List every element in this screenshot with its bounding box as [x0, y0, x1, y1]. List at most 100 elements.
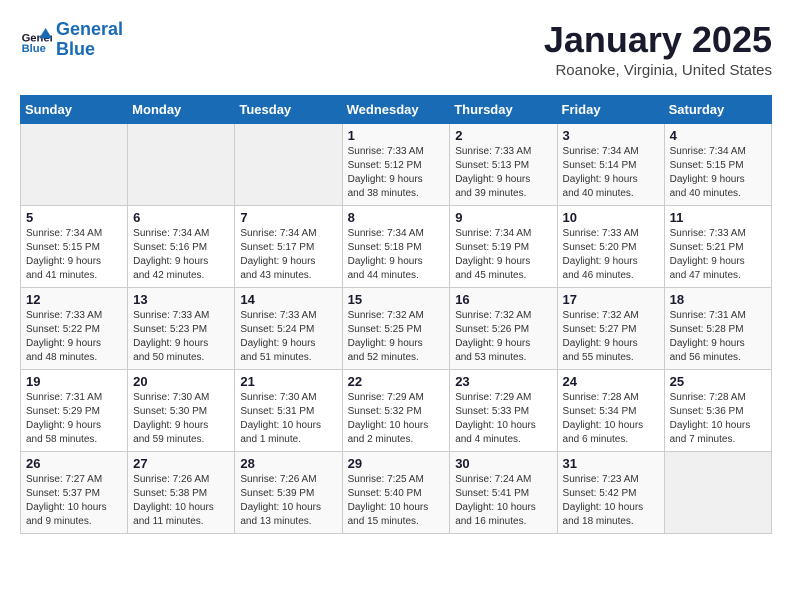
- day-number: 15: [348, 292, 445, 307]
- day-number: 13: [133, 292, 229, 307]
- day-number: 1: [348, 128, 445, 143]
- calendar-week-row: 26Sunrise: 7:27 AM Sunset: 5:37 PM Dayli…: [21, 451, 772, 533]
- weekday-header-wednesday: Wednesday: [342, 95, 450, 123]
- day-info: Sunrise: 7:33 AM Sunset: 5:22 PM Dayligh…: [26, 309, 122, 365]
- weekday-header-friday: Friday: [557, 95, 664, 123]
- calendar-cell: [21, 123, 128, 205]
- calendar-cell: 21Sunrise: 7:30 AM Sunset: 5:31 PM Dayli…: [235, 369, 342, 451]
- calendar-cell: 29 Sunrise: 7:25 AM Sunset: 5:40 PM Dayli…: [342, 451, 450, 533]
- day-info: Sunrise: 7:32 AM Sunset: 5:26 PM Dayligh…: [455, 309, 551, 365]
- day-info: Sunrise: 7:26 AM Sunset: 5:38 PM Dayligh…: [133, 473, 229, 529]
- day-number: 18: [670, 292, 766, 307]
- calendar-cell: 10 Sunrise: 7:33 AM Sunset: 5:20 PM Dayli…: [557, 205, 664, 287]
- calendar-cell: 24Sunrise: 7:28 AM Sunset: 5:34 PM Dayli…: [557, 369, 664, 451]
- day-number: 23: [455, 374, 551, 389]
- day-info: Sunrise: 7:33 AM Sunset: 5:20 PM Dayligh…: [563, 227, 659, 283]
- day-number: 20: [133, 374, 229, 389]
- weekday-header-thursday: Thursday: [450, 95, 557, 123]
- calendar-header: SundayMondayTuesdayWednesdayThursdayFrid…: [21, 95, 772, 123]
- calendar-cell: [664, 451, 771, 533]
- day-info: Sunrise: 7:25 AM Sunset: 5:40 PM Dayligh…: [348, 473, 445, 529]
- svg-text:Blue: Blue: [22, 43, 46, 55]
- calendar-cell: 17Sunrise: 7:32 AM Sunset: 5:27 PM Dayli…: [557, 287, 664, 369]
- calendar-week-row: 1 Sunrise: 7:33 AM Sunset: 5:12 PM Daylig…: [21, 123, 772, 205]
- logo-general: General: [56, 20, 123, 40]
- day-number: 22: [348, 374, 445, 389]
- calendar-cell: 11 Sunrise: 7:33 AM Sunset: 5:21 PM Dayli…: [664, 205, 771, 287]
- calendar-cell: 3 Sunrise: 7:34 AM Sunset: 5:14 PM Daylig…: [557, 123, 664, 205]
- day-number: 27: [133, 456, 229, 471]
- day-info: Sunrise: 7:32 AM Sunset: 5:25 PM Dayligh…: [348, 309, 445, 365]
- day-number: 21: [240, 374, 336, 389]
- day-number: 31: [563, 456, 659, 471]
- calendar-cell: 13 Sunrise: 7:33 AM Sunset: 5:23 PM Dayli…: [128, 287, 235, 369]
- calendar-cell: 20 Sunrise: 7:30 AM Sunset: 5:30 PM Dayli…: [128, 369, 235, 451]
- day-info: Sunrise: 7:33 AM Sunset: 5:23 PM Dayligh…: [133, 309, 229, 365]
- day-info: Sunrise: 7:28 AM Sunset: 5:34 PM Dayligh…: [563, 391, 659, 447]
- calendar-cell: 31 Sunrise: 7:23 AM Sunset: 5:42 PM Dayli…: [557, 451, 664, 533]
- day-info: Sunrise: 7:33 AM Sunset: 5:12 PM Dayligh…: [348, 145, 445, 201]
- day-number: 10: [563, 210, 659, 225]
- calendar-cell: 4 Sunrise: 7:34 AM Sunset: 5:15 PM Daylig…: [664, 123, 771, 205]
- day-info: Sunrise: 7:34 AM Sunset: 5:16 PM Dayligh…: [133, 227, 229, 283]
- day-info: Sunrise: 7:34 AM Sunset: 5:14 PM Dayligh…: [563, 145, 659, 201]
- calendar-cell: 2Sunrise: 7:33 AM Sunset: 5:13 PM Daylig…: [450, 123, 557, 205]
- calendar-cell: 30 Sunrise: 7:24 AM Sunset: 5:41 PM Dayli…: [450, 451, 557, 533]
- calendar-cell: 25 Sunrise: 7:28 AM Sunset: 5:36 PM Dayli…: [664, 369, 771, 451]
- calendar-week-row: 19Sunrise: 7:31 AM Sunset: 5:29 PM Dayli…: [21, 369, 772, 451]
- day-info: Sunrise: 7:33 AM Sunset: 5:24 PM Dayligh…: [240, 309, 336, 365]
- day-info: Sunrise: 7:34 AM Sunset: 5:15 PM Dayligh…: [670, 145, 766, 201]
- weekday-header-monday: Monday: [128, 95, 235, 123]
- day-info: Sunrise: 7:23 AM Sunset: 5:42 PM Dayligh…: [563, 473, 659, 529]
- calendar-cell: 27 Sunrise: 7:26 AM Sunset: 5:38 PM Dayli…: [128, 451, 235, 533]
- day-number: 26: [26, 456, 122, 471]
- day-info: Sunrise: 7:30 AM Sunset: 5:30 PM Dayligh…: [133, 391, 229, 447]
- calendar-cell: 1 Sunrise: 7:33 AM Sunset: 5:12 PM Daylig…: [342, 123, 450, 205]
- day-info: Sunrise: 7:24 AM Sunset: 5:41 PM Dayligh…: [455, 473, 551, 529]
- day-info: Sunrise: 7:34 AM Sunset: 5:18 PM Dayligh…: [348, 227, 445, 283]
- day-number: 3: [563, 128, 659, 143]
- day-info: Sunrise: 7:31 AM Sunset: 5:29 PM Dayligh…: [26, 391, 122, 447]
- calendar-cell: 8 Sunrise: 7:34 AM Sunset: 5:18 PM Daylig…: [342, 205, 450, 287]
- calendar-table: SundayMondayTuesdayWednesdayThursdayFrid…: [20, 95, 772, 534]
- day-number: 17: [563, 292, 659, 307]
- day-number: 6: [133, 210, 229, 225]
- calendar-cell: 26Sunrise: 7:27 AM Sunset: 5:37 PM Dayli…: [21, 451, 128, 533]
- day-number: 7: [240, 210, 336, 225]
- page-header: General Blue General Blue January 2025 R…: [20, 20, 772, 79]
- calendar-cell: 7 Sunrise: 7:34 AM Sunset: 5:17 PM Daylig…: [235, 205, 342, 287]
- day-number: 9: [455, 210, 551, 225]
- day-info: Sunrise: 7:34 AM Sunset: 5:17 PM Dayligh…: [240, 227, 336, 283]
- title-block: January 2025 Roanoke, Virginia, United S…: [544, 20, 772, 79]
- day-info: Sunrise: 7:34 AM Sunset: 5:19 PM Dayligh…: [455, 227, 551, 283]
- day-info: Sunrise: 7:34 AM Sunset: 5:15 PM Dayligh…: [26, 227, 122, 283]
- calendar-cell: 28Sunrise: 7:26 AM Sunset: 5:39 PM Dayli…: [235, 451, 342, 533]
- calendar-subtitle: Roanoke, Virginia, United States: [544, 62, 772, 79]
- calendar-cell: 23Sunrise: 7:29 AM Sunset: 5:33 PM Dayli…: [450, 369, 557, 451]
- day-number: 30: [455, 456, 551, 471]
- logo: General Blue General Blue: [20, 20, 123, 60]
- day-number: 14: [240, 292, 336, 307]
- day-number: 8: [348, 210, 445, 225]
- calendar-cell: 6 Sunrise: 7:34 AM Sunset: 5:16 PM Daylig…: [128, 205, 235, 287]
- calendar-week-row: 12Sunrise: 7:33 AM Sunset: 5:22 PM Dayli…: [21, 287, 772, 369]
- day-info: Sunrise: 7:26 AM Sunset: 5:39 PM Dayligh…: [240, 473, 336, 529]
- weekday-header-sunday: Sunday: [21, 95, 128, 123]
- calendar-cell: 14 Sunrise: 7:33 AM Sunset: 5:24 PM Dayli…: [235, 287, 342, 369]
- day-info: Sunrise: 7:28 AM Sunset: 5:36 PM Dayligh…: [670, 391, 766, 447]
- day-number: 11: [670, 210, 766, 225]
- weekday-header-tuesday: Tuesday: [235, 95, 342, 123]
- calendar-cell: 15 Sunrise: 7:32 AM Sunset: 5:25 PM Dayli…: [342, 287, 450, 369]
- logo-blue: Blue: [56, 40, 123, 60]
- day-number: 29: [348, 456, 445, 471]
- calendar-cell: [235, 123, 342, 205]
- day-number: 4: [670, 128, 766, 143]
- day-info: Sunrise: 7:33 AM Sunset: 5:21 PM Dayligh…: [670, 227, 766, 283]
- calendar-body: 1 Sunrise: 7:33 AM Sunset: 5:12 PM Daylig…: [21, 123, 772, 533]
- day-number: 25: [670, 374, 766, 389]
- weekday-header-saturday: Saturday: [664, 95, 771, 123]
- calendar-cell: 5 Sunrise: 7:34 AM Sunset: 5:15 PM Daylig…: [21, 205, 128, 287]
- day-number: 5: [26, 210, 122, 225]
- calendar-cell: 19Sunrise: 7:31 AM Sunset: 5:29 PM Dayli…: [21, 369, 128, 451]
- calendar-cell: 16Sunrise: 7:32 AM Sunset: 5:26 PM Dayli…: [450, 287, 557, 369]
